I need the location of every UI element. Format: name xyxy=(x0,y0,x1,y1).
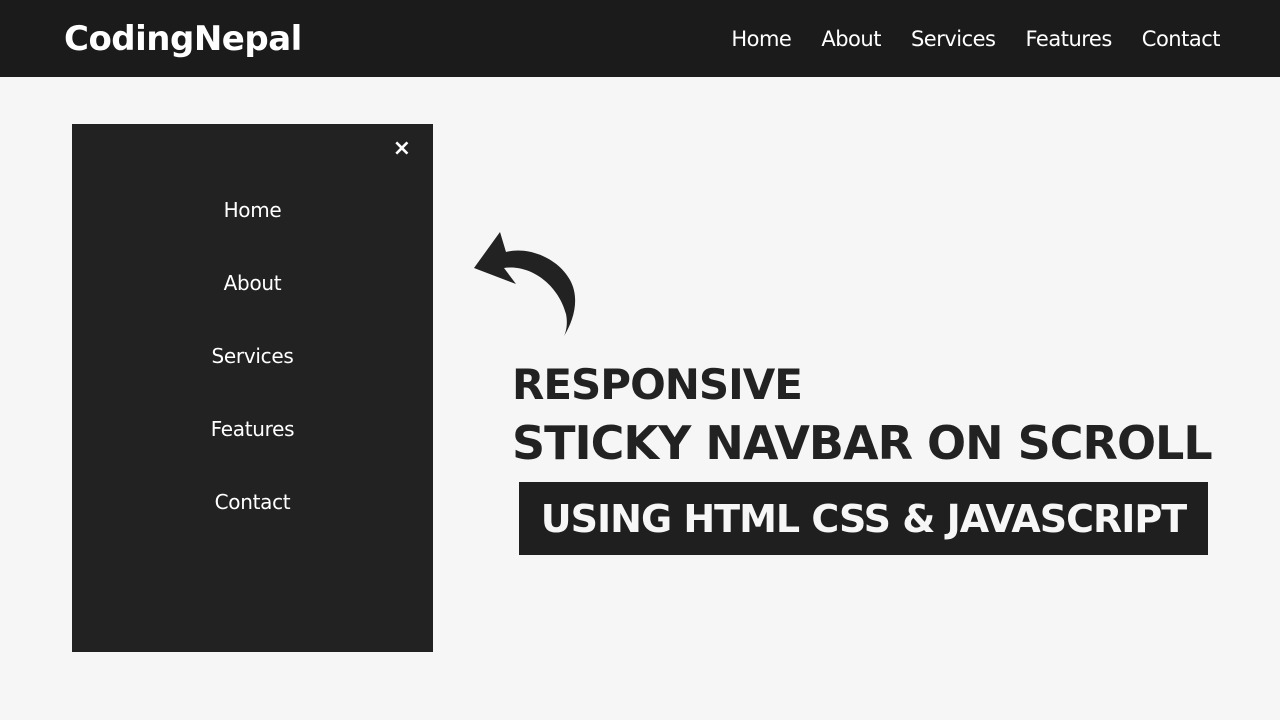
mobile-menu-item-contact[interactable]: Contact xyxy=(215,488,291,561)
top-nav: Home About Services Features Contact xyxy=(731,26,1220,52)
mobile-menu-panel: × Home About Services Features Contact xyxy=(72,124,433,652)
mobile-menu-item-features[interactable]: Features xyxy=(211,415,295,488)
subtitle-banner: USING HTML CSS & JAVASCRIPT xyxy=(519,482,1208,555)
mobile-menu-list: Home About Services Features Contact xyxy=(72,196,433,561)
close-icon[interactable]: × xyxy=(393,136,411,162)
nav-link-home[interactable]: Home xyxy=(731,26,792,52)
logo[interactable]: CodingNepal xyxy=(64,18,302,60)
headline-line-1: RESPONSIVE xyxy=(512,360,803,409)
nav-link-contact[interactable]: Contact xyxy=(1142,26,1221,52)
top-navbar: CodingNepal Home About Services Features… xyxy=(0,0,1280,77)
curved-arrow-icon xyxy=(474,232,576,336)
subtitle-text: USING HTML CSS & JAVASCRIPT xyxy=(540,496,1187,541)
mobile-menu-item-about[interactable]: About xyxy=(224,269,282,342)
headline-line-2: STICKY NAVBAR ON SCROLL xyxy=(512,416,1213,470)
mobile-menu-item-services[interactable]: Services xyxy=(212,342,294,415)
nav-link-services[interactable]: Services xyxy=(911,26,996,52)
mobile-menu-item-home[interactable]: Home xyxy=(224,196,282,269)
headline: RESPONSIVE STICKY NAVBAR ON SCROLL xyxy=(512,360,1213,472)
nav-link-about[interactable]: About xyxy=(821,26,881,52)
nav-link-features[interactable]: Features xyxy=(1026,26,1113,52)
